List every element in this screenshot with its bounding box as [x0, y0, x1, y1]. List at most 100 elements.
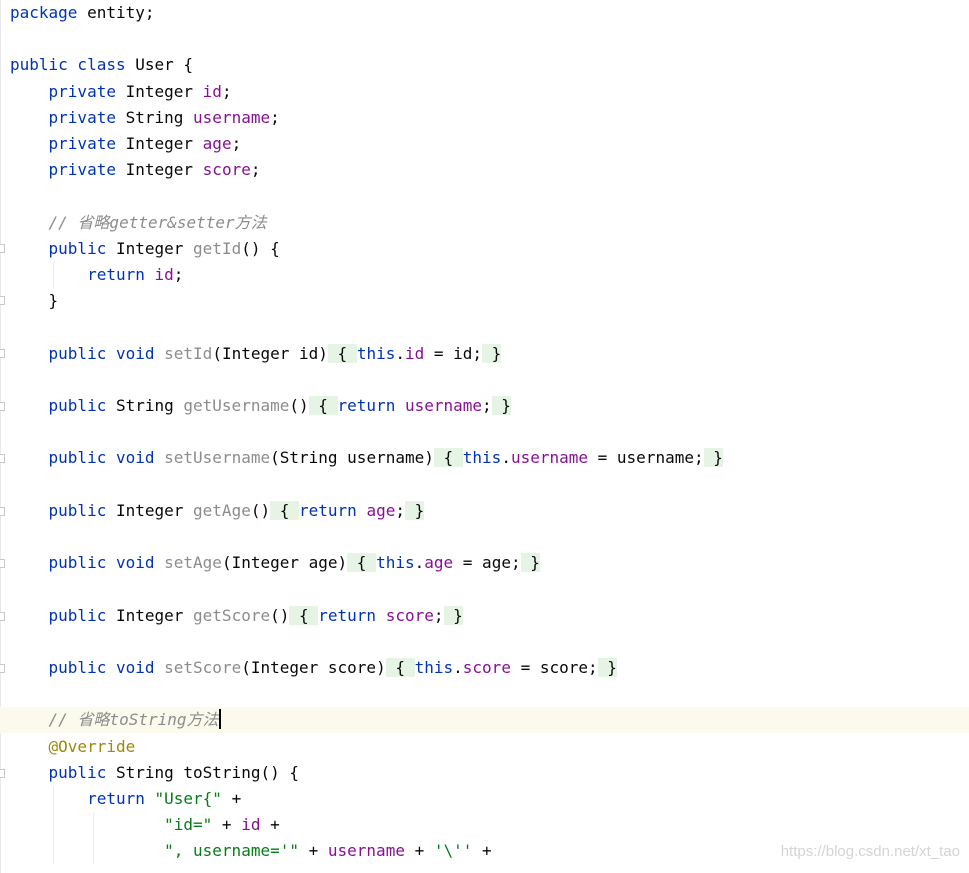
- field-token: username: [510, 448, 589, 468]
- code-line[interactable]: [0, 681, 969, 707]
- code-line[interactable]: public void setAge(Integer age) { this.a…: [0, 550, 969, 576]
- code-text: Integer: [106, 238, 194, 258]
- code-text: ;: [433, 605, 444, 625]
- fold-marker-icon[interactable]: [0, 507, 5, 516]
- field-token: id: [202, 81, 222, 101]
- fold-marker-icon[interactable]: [0, 402, 5, 411]
- method-name-token: setId: [164, 343, 213, 363]
- code-text: = id;: [424, 343, 483, 363]
- code-line[interactable]: package entity;: [0, 0, 969, 26]
- field-token: score: [385, 605, 434, 625]
- keyword-token: public void: [48, 343, 155, 363]
- folded-brace-token: {: [289, 605, 319, 625]
- code-line[interactable]: [0, 367, 969, 393]
- code-text: (): [270, 605, 290, 625]
- code-text: (Integer score): [241, 658, 386, 677]
- folded-brace-token: {: [385, 658, 415, 677]
- code-line[interactable]: public void setScore(Integer score) { th…: [0, 655, 969, 681]
- keyword-token: this: [414, 658, 454, 677]
- keyword-token: return: [87, 265, 145, 284]
- code-line[interactable]: public class User {: [0, 52, 969, 78]
- folded-brace-token: {: [433, 448, 463, 468]
- code-line[interactable]: [0, 472, 969, 498]
- keyword-token: public: [48, 762, 107, 782]
- code-line[interactable]: [0, 314, 969, 340]
- comment-token: // 省略toString方法: [48, 710, 219, 730]
- keyword-token: public: [48, 238, 107, 258]
- code-text: (): [289, 396, 309, 415]
- code-line[interactable]: public Integer getAge() { return age; }: [0, 498, 969, 524]
- fold-marker-icon[interactable]: [0, 244, 5, 253]
- fold-marker-icon[interactable]: [0, 664, 5, 673]
- keyword-token: return: [299, 500, 357, 520]
- method-name-token: setUsername: [164, 448, 271, 468]
- fold-marker-icon[interactable]: [0, 559, 5, 568]
- code-line[interactable]: public Integer getId() {: [0, 236, 969, 262]
- code-line[interactable]: }: [0, 288, 969, 314]
- code-text: +: [472, 841, 492, 861]
- code-line[interactable]: public void setId(Integer id) { this.id …: [0, 341, 969, 367]
- keyword-token: private: [48, 81, 116, 101]
- folded-brace-token: }: [597, 658, 617, 677]
- code-text: Integer: [106, 605, 194, 625]
- folded-brace-token: {: [327, 343, 357, 363]
- watermark: https://blog.csdn.net/xt_tao: [780, 843, 960, 860]
- code-line[interactable]: return id;: [0, 262, 969, 288]
- code-line[interactable]: private Integer age;: [0, 131, 969, 157]
- code-line[interactable]: [0, 524, 969, 550]
- fold-marker-icon[interactable]: [0, 296, 5, 305]
- code-text: .: [395, 343, 405, 363]
- code-line[interactable]: [0, 183, 969, 209]
- folded-brace-token: {: [308, 396, 338, 415]
- field-token: score: [202, 160, 251, 180]
- code-line[interactable]: private Integer id;: [0, 79, 969, 105]
- code-line[interactable]: public String toString() {: [0, 760, 969, 786]
- fold-marker-icon[interactable]: [0, 769, 5, 778]
- code-line[interactable]: private Integer score;: [0, 157, 969, 183]
- field-token: score: [462, 658, 511, 677]
- code-line[interactable]: [0, 26, 969, 52]
- annotation-token: @Override: [48, 736, 136, 756]
- fold-marker-icon[interactable]: [0, 349, 5, 358]
- code-line[interactable]: @Override: [0, 734, 969, 760]
- code-text: ;: [173, 265, 184, 284]
- code-line[interactable]: return "User{" +: [0, 786, 969, 812]
- code-line[interactable]: public Integer getScore() { return score…: [0, 603, 969, 629]
- code-line[interactable]: // 省略getter&setter方法: [0, 210, 969, 236]
- fold-marker-icon[interactable]: [0, 454, 5, 463]
- fold-marker-icon[interactable]: [0, 612, 5, 621]
- code-line[interactable]: [0, 629, 969, 655]
- code-text: +: [212, 815, 242, 835]
- code-line[interactable]: [0, 419, 969, 445]
- code-line[interactable]: public void setUsername(String username)…: [0, 445, 969, 471]
- code-text: String: [115, 107, 194, 127]
- code-line[interactable]: [0, 576, 969, 602]
- code-line[interactable]: // 省略toString方法: [0, 707, 969, 734]
- code-line[interactable]: public String getUsername() { return use…: [0, 393, 969, 419]
- code-editor[interactable]: package entity; public class User { priva…: [0, 0, 969, 873]
- code-line[interactable]: private String username;: [0, 105, 969, 131]
- keyword-token: this: [376, 553, 415, 573]
- code-text: (Integer id): [212, 343, 328, 363]
- folded-brace-token: }: [404, 500, 425, 520]
- code-line[interactable]: "id=" + id +: [0, 812, 969, 839]
- field-token: username: [404, 396, 483, 415]
- field-token: age: [202, 134, 232, 153]
- code-text: User {: [125, 55, 194, 75]
